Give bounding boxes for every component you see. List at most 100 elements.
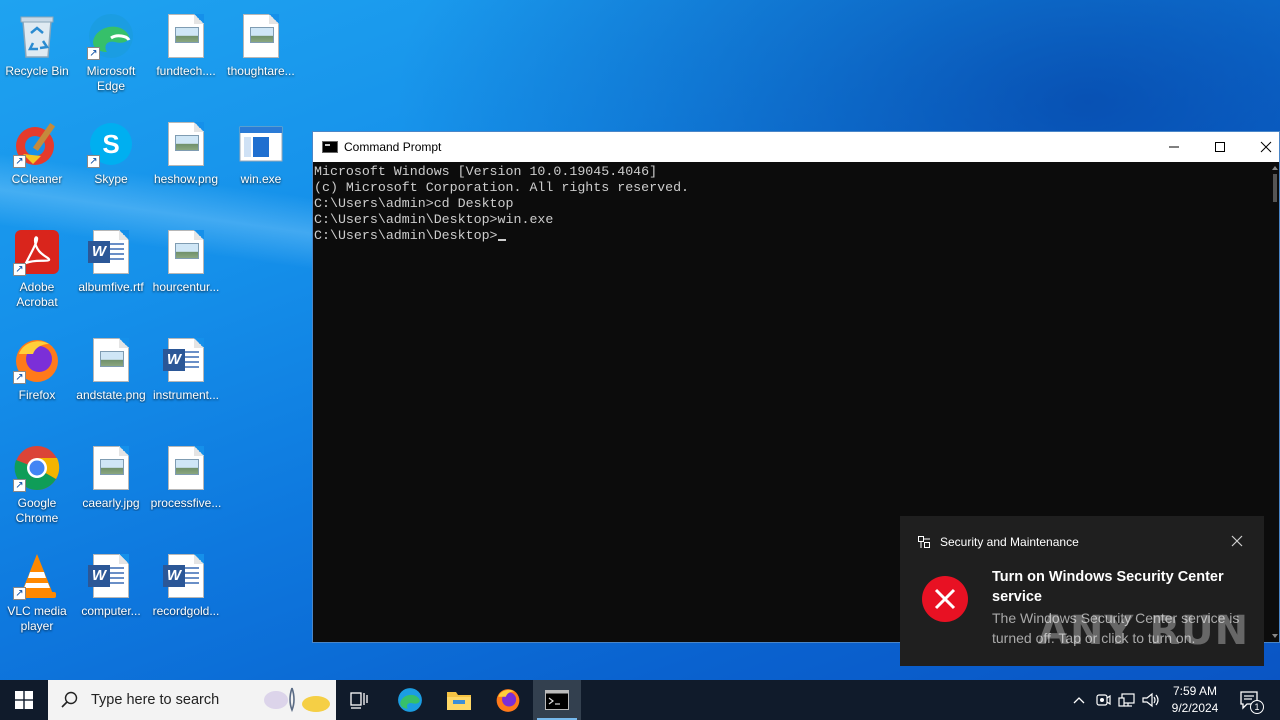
image-file-icon	[162, 120, 210, 168]
desktop-icon-computer[interactable]: W computer...	[74, 546, 148, 646]
task-view-icon	[350, 692, 368, 709]
chevron-up-icon	[1073, 697, 1085, 704]
start-button[interactable]	[0, 680, 48, 720]
acrobat-icon: ↗	[13, 228, 61, 276]
shortcut-arrow-icon: ↗	[13, 371, 26, 384]
exe-file-icon	[237, 120, 285, 168]
skype-icon: S ↗	[87, 120, 135, 168]
desktop-icon-andstate[interactable]: andstate.png	[74, 330, 148, 430]
ccleaner-icon: ↗	[13, 120, 61, 168]
word-doc-icon: W	[87, 228, 135, 276]
recycle-bin-icon	[13, 12, 61, 60]
desktop-icon-vlc[interactable]: ↗ VLC media player	[0, 546, 74, 646]
console-line: (c) Microsoft Corporation. All rights re…	[314, 180, 690, 195]
windows-logo-icon	[15, 691, 33, 709]
word-doc-icon: W	[87, 552, 135, 600]
svg-text:S: S	[102, 129, 119, 159]
close-icon	[1231, 535, 1243, 547]
desktop-icon-label: VLC media player	[7, 604, 67, 633]
desktop-icon-label: Recycle Bin	[5, 64, 69, 78]
desktop-icon-label: recordgold...	[152, 604, 220, 618]
meet-now-button[interactable]	[1091, 680, 1115, 720]
network-icon	[1118, 693, 1135, 707]
security-maintenance-icon	[918, 536, 930, 548]
show-hidden-icons-button[interactable]	[1067, 680, 1091, 720]
desktop-icon-recycle-bin[interactable]: Recycle Bin	[0, 6, 74, 106]
meet-now-icon	[1096, 694, 1111, 706]
desktop-icon-albumfive[interactable]: W albumfive.rtf	[74, 222, 148, 322]
desktop-icon-skype[interactable]: S ↗ Skype	[74, 114, 148, 214]
image-file-icon	[162, 444, 210, 492]
window-title: Command Prompt	[344, 140, 442, 154]
action-center-button[interactable]: 1	[1236, 680, 1264, 720]
toast-app-name: Security and Maintenance	[940, 535, 1079, 549]
taskbar-firefox-button[interactable]	[484, 680, 532, 720]
shortcut-arrow-icon: ↗	[87, 155, 100, 168]
close-button[interactable]	[1243, 132, 1280, 162]
taskbar-edge-button[interactable]	[386, 680, 434, 720]
task-view-button[interactable]	[336, 680, 384, 720]
file-explorer-icon	[447, 692, 471, 710]
image-file-icon	[162, 228, 210, 276]
desktop-icon-google-chrome[interactable]: ↗ Google Chrome	[0, 438, 74, 538]
desktop-icon-microsoft-edge[interactable]: ↗ Microsoft Edge	[74, 6, 148, 106]
scroll-arrows-icon	[1272, 166, 1278, 638]
cmd-icon	[545, 690, 569, 710]
maximize-icon	[1215, 142, 1225, 152]
desktop-icon-caearly[interactable]: caearly.jpg	[74, 438, 148, 538]
desktop-icon-thoughtare[interactable]: thoughtare...	[224, 6, 298, 106]
watermark-text: ANY RUN	[1038, 608, 1250, 654]
desktop-icon-label: Skype	[94, 172, 128, 186]
toast-header: Security and Maintenance	[918, 535, 1079, 549]
console-prompt: C:\Users\admin\Desktop>	[314, 228, 498, 243]
close-icon	[1260, 141, 1272, 153]
taskbar-search-box[interactable]: Type here to search	[48, 680, 336, 720]
volume-button[interactable]	[1139, 680, 1163, 720]
desktop-icon-recordgold[interactable]: W recordgold...	[149, 546, 223, 646]
clock-date: 9/2/2024	[1171, 701, 1219, 715]
speaker-icon	[1142, 692, 1159, 708]
maximize-button[interactable]	[1197, 132, 1243, 162]
desktop-icon-ccleaner[interactable]: ↗ CCleaner	[0, 114, 74, 214]
desktop-icon-heshow[interactable]: heshow.png	[149, 114, 223, 214]
desktop-icon-adobe-acrobat[interactable]: ↗ Adobe Acrobat	[0, 222, 74, 322]
desktop-icon-label: instrument...	[152, 388, 220, 402]
desktop-icon-label: Microsoft Edge	[86, 64, 136, 93]
desktop-icon-label: thoughtare...	[227, 64, 295, 78]
desktop-icon-label: hourcentur...	[152, 280, 220, 294]
text-cursor	[497, 239, 506, 241]
console-scrollbar[interactable]	[1271, 162, 1279, 642]
console-line: C:\Users\admin\Desktop>win.exe	[314, 212, 554, 227]
vlc-icon: ↗	[13, 552, 61, 600]
desktop-icon-label: caearly.jpg	[82, 496, 140, 510]
desktop-icon-processfive[interactable]: processfive...	[149, 438, 223, 538]
shortcut-arrow-icon: ↗	[13, 587, 26, 600]
minimize-button[interactable]	[1151, 132, 1197, 162]
search-highlight-illustration-icon	[264, 687, 330, 713]
image-file-icon	[237, 12, 285, 60]
search-icon	[61, 691, 78, 708]
console-line: Microsoft Windows [Version 10.0.19045.40…	[314, 164, 658, 179]
toast-close-button[interactable]	[1230, 534, 1244, 548]
desktop-icon-instrument[interactable]: W instrument...	[149, 330, 223, 430]
desktop-icon-label: processfive...	[150, 496, 222, 510]
desktop-icon-label: Firefox	[18, 388, 56, 402]
taskbar-clock[interactable]: 7:59 AM 9/2/2024	[1162, 683, 1228, 717]
desktop-icon-label: Adobe Acrobat	[16, 280, 58, 309]
desktop-icon-label: fundtech....	[156, 64, 216, 78]
desktop-icon-win-exe[interactable]: win.exe	[224, 114, 298, 214]
chrome-icon: ↗	[13, 444, 61, 492]
network-button[interactable]	[1115, 680, 1139, 720]
desktop-icon-firefox[interactable]: ↗ Firefox	[0, 330, 74, 430]
desktop-icon-fundtech[interactable]: fundtech....	[149, 6, 223, 106]
minimize-icon	[1169, 146, 1179, 148]
image-file-icon	[87, 444, 135, 492]
error-icon	[922, 576, 968, 622]
taskbar-cmd-button[interactable]	[533, 680, 581, 720]
desktop-icon-label: win.exe	[240, 172, 282, 186]
image-file-icon	[87, 336, 135, 384]
desktop-icon-hourcentur[interactable]: hourcentur...	[149, 222, 223, 322]
desktop-icon-label: andstate.png	[76, 388, 146, 402]
taskbar-file-explorer-button[interactable]	[435, 680, 483, 720]
cmd-titlebar[interactable]: Command Prompt	[313, 132, 1279, 162]
